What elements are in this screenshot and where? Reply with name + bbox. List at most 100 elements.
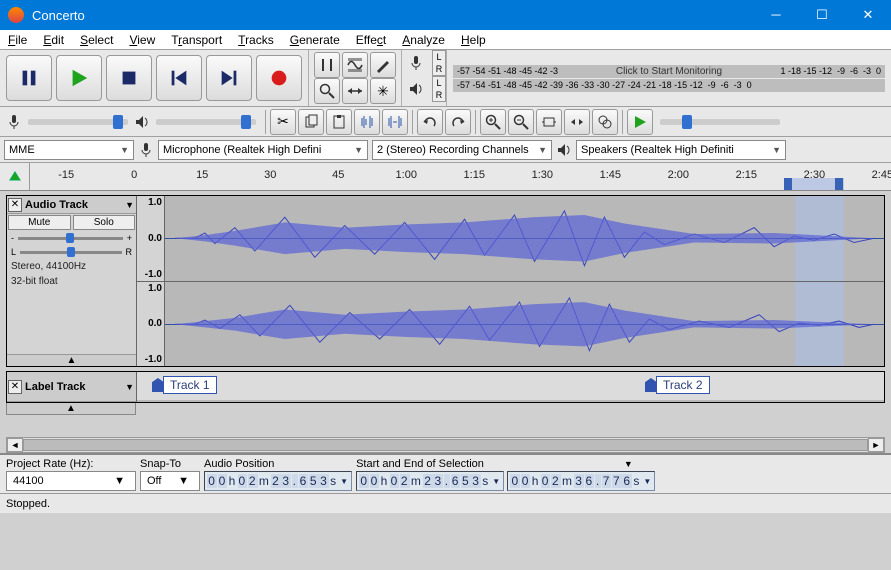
timeline-ruler[interactable]: -15 0 15 30 45 1:00 1:15 1:30 1:45 2:00 … [30, 163, 891, 190]
playback-meter[interactable]: -57 -54 -51 -48 -45 -42 -39 -36 -33 -30 … [453, 79, 885, 92]
solo-button[interactable]: Solo [73, 215, 136, 230]
selection-end-display[interactable]: 00h02m36.776s▼ [507, 471, 655, 491]
label-track-collapse-button[interactable]: ▲ [6, 403, 136, 415]
menu-edit[interactable]: Edit [35, 31, 72, 49]
speaker-meter-icon[interactable] [403, 76, 429, 102]
multi-tool-icon: ✳ [375, 83, 391, 99]
meters-area: -57 -54 -51 -48 -45 -42 -3 Click to Star… [447, 50, 891, 106]
multi-tool[interactable]: ✳ [370, 78, 396, 104]
track-format-1: Stereo, 44100Hz [7, 259, 136, 274]
horizontal-scrollbar[interactable]: ◄ ► [6, 437, 885, 453]
selection-start-display[interactable]: 00h02m23.653s▼ [356, 471, 504, 491]
menu-transport[interactable]: Transport [163, 31, 230, 49]
audio-position-label: Audio Position [204, 457, 352, 471]
zoom-in-button[interactable] [480, 109, 506, 135]
play-meter-lr: LR [432, 76, 446, 102]
track-menu-chevron-icon[interactable]: ▼ [125, 200, 134, 210]
pan-slider[interactable]: LR [7, 245, 136, 259]
menu-select[interactable]: Select [72, 31, 121, 49]
zoom-tool[interactable] [314, 78, 340, 104]
paste-button[interactable] [326, 109, 352, 135]
zoom-out-button[interactable] [508, 109, 534, 135]
playback-volume-slider[interactable] [156, 119, 256, 125]
play-button[interactable] [56, 55, 102, 101]
cut-button[interactable]: ✂ [270, 109, 296, 135]
channel-right: 1.00.0-1.0 [137, 282, 884, 367]
device-toolbar: MME▼ Microphone (Realtek High Defini▼ 2 … [0, 137, 891, 163]
speaker-icon [556, 142, 572, 158]
monitor-hint: Click to Start Monitoring [616, 66, 722, 77]
maximize-button[interactable]: ☐ [799, 0, 845, 30]
app-icon [8, 7, 24, 23]
track-name[interactable]: Audio Track [23, 199, 125, 211]
project-rate-combo[interactable]: 44100▼ [6, 471, 136, 491]
recording-device-combo[interactable]: Microphone (Realtek High Defini▼ [158, 140, 368, 160]
skip-end-button[interactable] [206, 55, 252, 101]
selection-toolbar: Project Rate (Hz): 44100▼ Snap-To Off▼ A… [0, 453, 891, 493]
waveform-right[interactable] [165, 282, 884, 367]
selection-label: Start and End of Selection [356, 457, 484, 471]
track-format-2: 32-bit float [7, 274, 136, 289]
fit-project-button[interactable] [564, 109, 590, 135]
skip-start-button[interactable] [156, 55, 202, 101]
menu-tracks[interactable]: Tracks [230, 31, 282, 49]
stop-button[interactable] [106, 55, 152, 101]
label-track-close-button[interactable]: ✕ [8, 380, 22, 394]
record-button[interactable] [256, 55, 302, 101]
menu-analyze[interactable]: Analyze [394, 31, 453, 49]
close-button[interactable]: ✕ [845, 0, 891, 30]
envelope-tool[interactable] [342, 52, 368, 78]
mute-button[interactable]: Mute [8, 215, 71, 230]
scroll-left-button[interactable]: ◄ [7, 438, 23, 452]
waveform-left[interactable] [165, 196, 884, 281]
record-meter[interactable]: -57 -54 -51 -48 -45 -42 -3 Click to Star… [453, 65, 885, 78]
gain-slider[interactable]: -+ [7, 231, 136, 245]
track-collapse-button[interactable]: ▲ [7, 354, 136, 366]
menu-help[interactable]: Help [453, 31, 494, 49]
play-at-speed-button[interactable] [627, 109, 653, 135]
recording-channels-combo[interactable]: 2 (Stereo) Recording Channels▼ [372, 140, 552, 160]
playback-speed-slider[interactable] [660, 119, 780, 125]
silence-button[interactable] [382, 109, 408, 135]
label-track-area[interactable]: Track 1 Track 2 [137, 372, 884, 400]
zoom-toggle-button[interactable] [592, 109, 618, 135]
audio-track-panel[interactable]: ✕ Audio Track ▼ Mute Solo -+ LR Stereo, … [7, 196, 137, 366]
audio-host-combo[interactable]: MME▼ [4, 140, 134, 160]
pause-button[interactable] [6, 55, 52, 101]
snap-to-label: Snap-To [140, 457, 200, 471]
label-track-name[interactable]: Label Track [23, 381, 125, 393]
cut-icon: ✂ [275, 114, 291, 130]
trim-button[interactable] [354, 109, 380, 135]
minimize-button[interactable]: ─ [753, 0, 799, 30]
play-vol-speaker-icon [134, 114, 150, 130]
snap-to-combo[interactable]: Off▼ [140, 471, 200, 491]
mic-meter-icon[interactable] [403, 50, 429, 76]
fit-selection-button[interactable] [536, 109, 562, 135]
menu-file[interactable]: File [0, 31, 35, 49]
transport-toolbar-row: ✳ LR LR -57 -54 -51 -48 -45 -42 -3 Click… [0, 50, 891, 107]
undo-button[interactable] [417, 109, 443, 135]
status-text: Stopped. [6, 498, 50, 510]
menu-effect[interactable]: Effect [348, 31, 394, 49]
label-marker-1[interactable]: Track 1 [152, 376, 217, 394]
selection-tool[interactable] [314, 52, 340, 78]
scroll-right-button[interactable]: ► [868, 438, 884, 452]
menu-generate[interactable]: Generate [282, 31, 348, 49]
audio-position-display[interactable]: 00h02m23.653s▼ [204, 471, 352, 491]
recording-volume-slider[interactable] [28, 119, 128, 125]
project-rate-label: Project Rate (Hz): [6, 457, 136, 471]
copy-button[interactable] [298, 109, 324, 135]
timeline-pin-button[interactable] [0, 163, 30, 190]
draw-tool[interactable] [370, 52, 396, 78]
titlebar: Concerto ─ ☐ ✕ [0, 0, 891, 30]
menu-view[interactable]: View [121, 31, 163, 49]
rec-meter-lr: LR [432, 50, 446, 76]
label-track-menu-icon[interactable]: ▼ [125, 382, 134, 392]
playback-device-combo[interactable]: Speakers (Realtek High Definiti▼ [576, 140, 786, 160]
redo-button[interactable] [445, 109, 471, 135]
meter-icons: LR LR [402, 50, 447, 106]
timeshift-tool[interactable] [342, 78, 368, 104]
channel-left: 1.00.0-1.0 [137, 196, 884, 282]
track-close-button[interactable]: ✕ [8, 198, 22, 212]
label-marker-2[interactable]: Track 2 [645, 376, 710, 394]
